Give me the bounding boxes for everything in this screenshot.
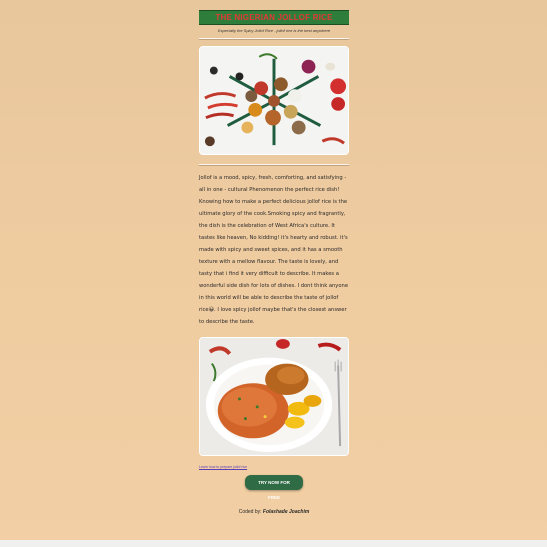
footer-credit: Coded by: Folashade Joachim (199, 509, 349, 515)
article-text: Jollof is a mood, spicy, fresh, comforti… (199, 175, 349, 313)
spices-image (199, 46, 349, 155)
cta-wrapper: TRY NOW FOR FREE (199, 475, 349, 504)
article-paragraph: Jollof is a mood, spicy, fresh, comforti… (199, 172, 349, 328)
page-container: THE NIGERIAN JOLLOF RICE Especially the … (199, 0, 349, 515)
page-subtitle: Especially the Spicy Jollof Rice - jollo… (217, 28, 331, 33)
coded-by-label: Coded by: (238, 509, 262, 515)
prepare-jollof-link[interactable]: Learn how to prepare jollof rice (199, 465, 349, 469)
page-title-text: THE NIGERIAN JOLLOF RICE (215, 13, 333, 22)
divider (199, 38, 349, 39)
page-title: THE NIGERIAN JOLLOF RICE (199, 10, 349, 25)
bottom-band (0, 540, 547, 547)
jollof-dish-image (199, 337, 349, 456)
try-now-button[interactable]: TRY NOW FOR FREE (245, 475, 303, 500)
article-text-end: . I love spicy jollof maybe that's the c… (199, 307, 347, 325)
divider (199, 164, 349, 165)
author-name: Folashade Joachim (262, 509, 310, 515)
